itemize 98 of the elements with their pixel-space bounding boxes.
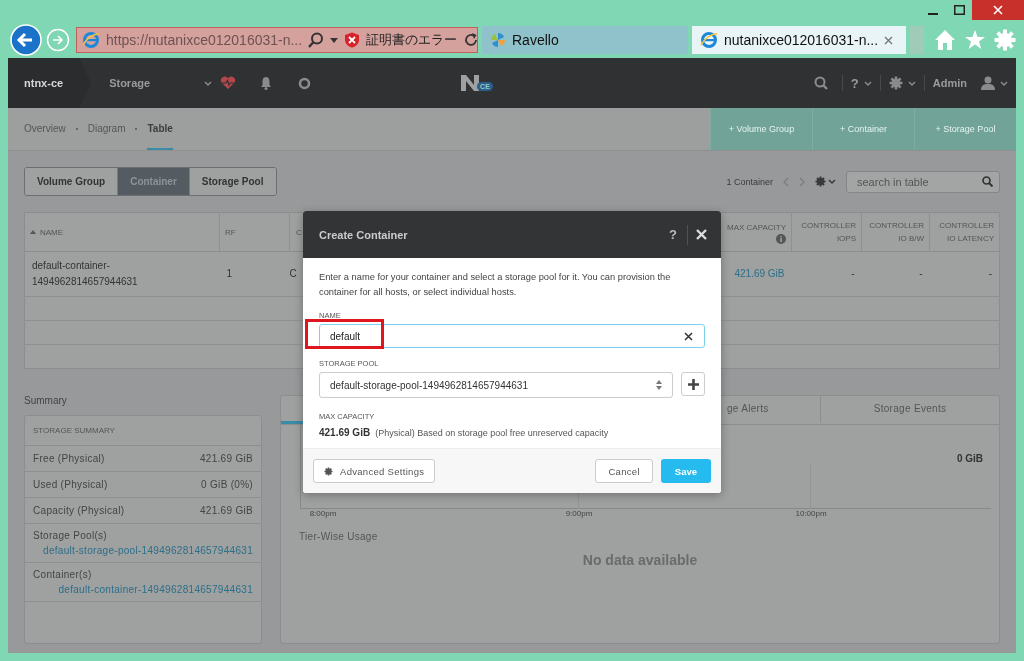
section-heading: Tier-Wise Usage bbox=[298, 530, 379, 542]
user-menu[interactable]: Admin bbox=[924, 76, 1016, 90]
summary-link[interactable]: default-storage-pool-1494962814657944631 bbox=[43, 545, 253, 556]
storage-pool-select[interactable]: default-storage-pool-1494962814657944631 bbox=[319, 372, 673, 398]
summary-label: Capacity (Physical) bbox=[33, 505, 125, 516]
table-cell: C bbox=[289, 268, 297, 279]
column-header[interactable]: CONTROLLER IO LATENCY bbox=[935, 219, 994, 245]
help-button[interactable]: ? bbox=[659, 227, 687, 242]
search-icon bbox=[308, 32, 325, 48]
summary-label: Storage Pool(s) bbox=[33, 530, 107, 541]
url-text: https://nutanixce012016031-n... bbox=[106, 32, 303, 48]
summary-label: Free (Physical) bbox=[33, 453, 105, 464]
settings-icon bbox=[815, 176, 826, 187]
sort-arrows-icon bbox=[656, 380, 662, 390]
axis-label: 10:00pm bbox=[795, 509, 827, 518]
axis-value: 0 GiB bbox=[956, 453, 983, 464]
summary-label: Container(s) bbox=[33, 569, 92, 580]
bell-icon bbox=[260, 76, 273, 90]
summary-value: 0 GiB (0%) bbox=[201, 479, 253, 490]
browser-tab[interactable]: nutanixce012016031-n... bbox=[692, 26, 906, 54]
capacity-text: 421.69 GiB (Physical) Based on storage pool free unreserved capacity bbox=[319, 427, 610, 438]
back-button-icon bbox=[10, 24, 42, 56]
cancel-button[interactable]: Cancel bbox=[595, 459, 653, 483]
browser-tab[interactable]: Ravello bbox=[482, 26, 688, 54]
tab-close-icon bbox=[884, 35, 894, 45]
error-shield-icon bbox=[344, 32, 361, 48]
close-icon bbox=[696, 229, 707, 240]
entity-tab[interactable]: Volume Group bbox=[25, 168, 118, 195]
dialog-description: Enter a name for your container and select a storage pool for it. You can provision the container for all hosts, or select individual hosts. bbox=[319, 271, 672, 299]
minimize-icon bbox=[928, 13, 938, 15]
item-count: 1 Container bbox=[726, 176, 773, 187]
add-button[interactable] bbox=[681, 372, 705, 396]
pinwheel-icon bbox=[490, 32, 506, 48]
summary-heading: Summary bbox=[24, 395, 68, 408]
view-tab[interactable]: Overview bbox=[24, 108, 66, 150]
advanced-settings-button[interactable]: Advanced Settings bbox=[313, 459, 436, 483]
column-header[interactable]: CONTROLLER IOPS bbox=[797, 219, 856, 245]
search-icon bbox=[982, 176, 993, 187]
summary-value: 421.69 GiB bbox=[199, 453, 253, 464]
next-icon bbox=[799, 176, 805, 187]
caret-icon bbox=[828, 178, 836, 185]
browser-e-icon bbox=[82, 31, 100, 49]
caret-icon bbox=[1000, 79, 1008, 87]
clear-icon bbox=[684, 332, 693, 341]
axis-label: 8:00pm bbox=[309, 509, 337, 518]
view-tab[interactable]: Diagram bbox=[87, 108, 126, 150]
refresh-icon bbox=[463, 32, 480, 48]
maximize-icon bbox=[953, 5, 965, 15]
search-field[interactable]: search in table bbox=[846, 170, 1000, 193]
entity-tab[interactable]: Storage Pool bbox=[188, 168, 276, 195]
panel-tab[interactable]: Storage Events bbox=[820, 396, 999, 424]
table-cell: 1 bbox=[226, 268, 233, 279]
star-icon bbox=[964, 29, 986, 51]
plus-icon bbox=[687, 378, 699, 390]
dialog-title: Create Container bbox=[319, 228, 409, 241]
table-cell: - bbox=[851, 268, 855, 279]
caret-icon bbox=[330, 36, 339, 44]
settings-icon bbox=[324, 466, 333, 476]
settings-icon bbox=[888, 76, 903, 90]
caret-icon bbox=[204, 79, 213, 87]
summary-link[interactable]: default-container-1494962814657944631 bbox=[58, 584, 253, 595]
help-menu[interactable]: ? bbox=[842, 75, 880, 91]
settings-icon bbox=[994, 29, 1016, 51]
column-header[interactable]: CONTROLLER IO B/W bbox=[867, 219, 924, 245]
search-icon bbox=[813, 76, 828, 90]
entity-tab[interactable]: Container bbox=[117, 168, 189, 195]
previous-icon bbox=[783, 176, 789, 187]
circle-icon bbox=[298, 76, 312, 90]
certificate-error-text[interactable]: 証明書のエラー bbox=[366, 31, 458, 49]
sort-up-icon bbox=[30, 230, 36, 235]
summary-label: Used (Physical) bbox=[33, 479, 108, 490]
view-tab[interactable]: Table bbox=[147, 108, 173, 150]
browser-e-icon bbox=[700, 31, 718, 49]
section-menu[interactable]: Storage bbox=[101, 77, 221, 89]
caret-icon bbox=[863, 79, 872, 87]
name-field[interactable]: default bbox=[319, 324, 705, 348]
user-icon bbox=[981, 76, 995, 90]
heart-pulse-icon bbox=[220, 76, 237, 90]
summary-value: 421.69 GiB bbox=[199, 505, 253, 516]
logo-n-icon bbox=[461, 75, 482, 91]
column-header[interactable]: MAX CAPACITY bbox=[727, 220, 786, 244]
add-action-button[interactable]: + Storage Pool bbox=[914, 108, 1016, 150]
column-header[interactable]: NAME bbox=[30, 225, 64, 239]
save-button[interactable]: Save bbox=[660, 459, 711, 483]
table-cell: default-container-1494962814657944631 bbox=[32, 260, 138, 287]
add-action-button[interactable]: + Container bbox=[812, 108, 914, 150]
home-icon bbox=[934, 29, 956, 51]
address-bar[interactable]: https://nutanixce012016031-n... 証明書のエラー bbox=[76, 27, 478, 53]
axis-label: 9:00pm bbox=[565, 509, 593, 518]
table-cell: - bbox=[988, 268, 992, 279]
table-cell: - bbox=[919, 268, 923, 279]
close-icon bbox=[993, 5, 1003, 15]
forward-button-icon bbox=[46, 28, 70, 52]
table-cell[interactable]: 421.69 GiB bbox=[734, 268, 785, 279]
info-icon bbox=[776, 233, 786, 244]
card-title: STORAGE SUMMARY bbox=[33, 426, 115, 435]
caret-icon bbox=[907, 79, 916, 87]
add-action-button[interactable]: + Volume Group bbox=[710, 108, 812, 150]
